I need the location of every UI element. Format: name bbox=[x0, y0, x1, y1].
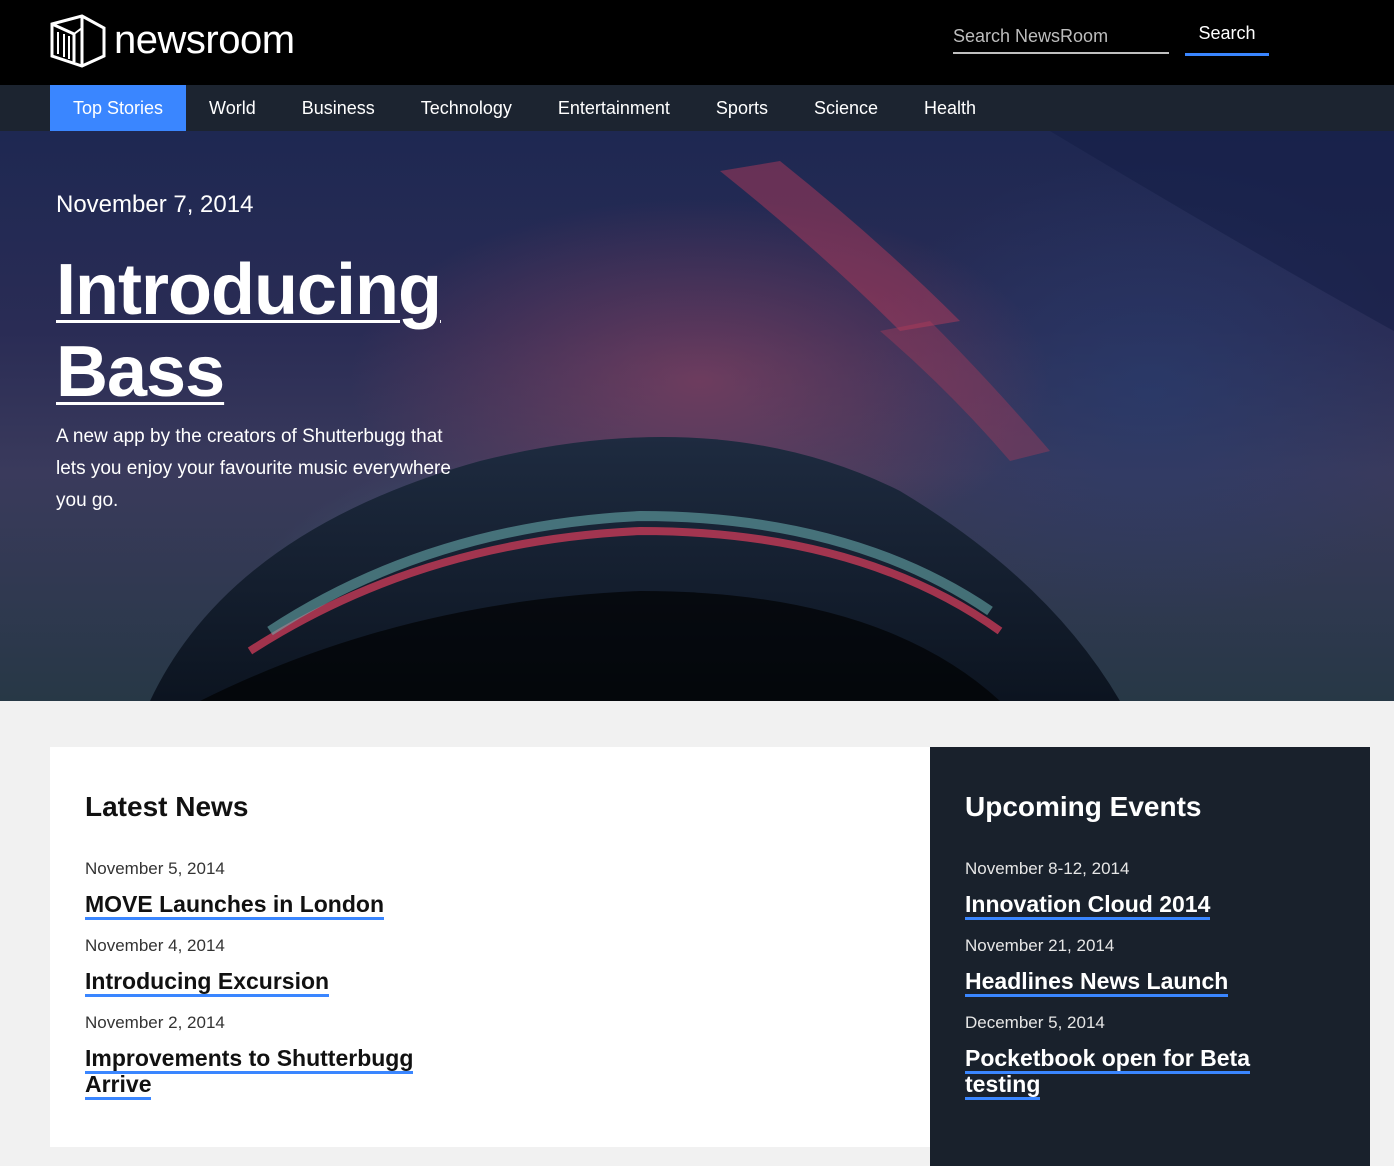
latest-news-heading: Latest News bbox=[85, 791, 249, 822]
hero-banner: November 7, 2014 Introducing Bass A new … bbox=[0, 131, 1394, 701]
upcoming-events-panel: Upcoming Events November 8-12, 2014 Inno… bbox=[930, 747, 1370, 1166]
list-item: November 2, 2014 Improvements to Shutter… bbox=[85, 1013, 465, 1100]
nav-item-science[interactable]: Science bbox=[791, 85, 901, 131]
logo[interactable]: newsroom bbox=[48, 10, 295, 70]
upcoming-events-list: November 8-12, 2014 Innovation Cloud 201… bbox=[965, 859, 1295, 1116]
hero-title-link[interactable]: Introducing Bass bbox=[56, 249, 516, 413]
event-date: November 8-12, 2014 bbox=[965, 859, 1130, 878]
logo-text: newsroom bbox=[114, 18, 295, 62]
nav-item-technology[interactable]: Technology bbox=[398, 85, 535, 131]
list-item: November 4, 2014 Introducing Excursion bbox=[85, 936, 465, 997]
list-item: December 5, 2014 Pocketbook open for Bet… bbox=[965, 1013, 1295, 1100]
news-link[interactable]: Introducing Excursion bbox=[85, 968, 330, 997]
event-date: December 5, 2014 bbox=[965, 1013, 1105, 1032]
nav-item-health[interactable]: Health bbox=[901, 85, 999, 131]
news-link[interactable]: Improvements to Shutterbugg Arrive bbox=[85, 1045, 414, 1100]
hero-description: A new app by the creators of Shutterbugg… bbox=[56, 426, 451, 511]
news-date: November 2, 2014 bbox=[85, 1013, 225, 1032]
upcoming-events-heading: Upcoming Events bbox=[965, 791, 1202, 822]
nav-item-top-stories[interactable]: Top Stories bbox=[50, 85, 187, 131]
list-item: November 5, 2014 MOVE Launches in London bbox=[85, 859, 465, 920]
event-link[interactable]: Innovation Cloud 2014 bbox=[965, 891, 1211, 920]
nav-item-world[interactable]: World bbox=[186, 85, 279, 131]
nav-item-entertainment[interactable]: Entertainment bbox=[535, 85, 693, 131]
hero-date: November 7, 2014 bbox=[56, 191, 254, 218]
latest-news-list: November 5, 2014 MOVE Launches in London… bbox=[85, 859, 465, 1116]
list-item: November 21, 2014 Headlines News Launch bbox=[965, 936, 1295, 997]
nav-list: Top Stories World Business Technology En… bbox=[50, 85, 999, 131]
site-header: newsroom Search bbox=[0, 0, 1394, 85]
category-nav: Top Stories World Business Technology En… bbox=[0, 85, 1394, 131]
event-link[interactable]: Pocketbook open for Beta testing bbox=[965, 1045, 1250, 1100]
latest-news-panel: Latest News November 5, 2014 MOVE Launch… bbox=[50, 747, 930, 1147]
news-date: November 5, 2014 bbox=[85, 859, 225, 878]
list-item: November 8-12, 2014 Innovation Cloud 201… bbox=[965, 859, 1295, 920]
search-button[interactable]: Search bbox=[1185, 20, 1269, 56]
event-date: November 21, 2014 bbox=[965, 936, 1115, 955]
search-input[interactable] bbox=[953, 20, 1169, 54]
newsroom-logo-icon bbox=[50, 14, 106, 68]
nav-item-business[interactable]: Business bbox=[279, 85, 398, 131]
nav-item-sports[interactable]: Sports bbox=[693, 85, 791, 131]
news-link[interactable]: MOVE Launches in London bbox=[85, 891, 384, 920]
event-link[interactable]: Headlines News Launch bbox=[965, 968, 1229, 997]
news-date: November 4, 2014 bbox=[85, 936, 225, 955]
